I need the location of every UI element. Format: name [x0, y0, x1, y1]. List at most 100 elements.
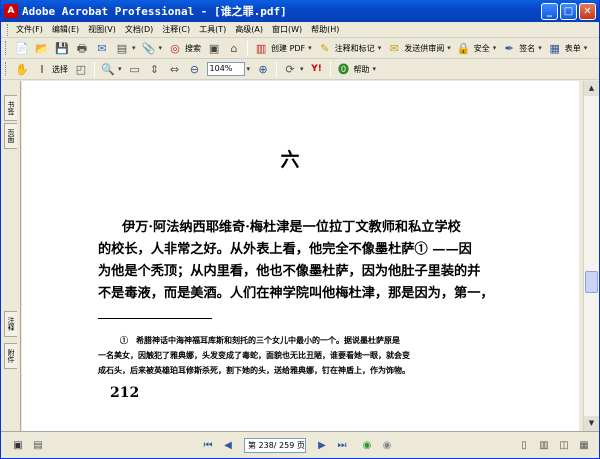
camera-icon[interactable]: ▣	[206, 40, 222, 56]
body-line: 不是毒液，而是美酒。人们在神学院叫他梅杜津，那是因为，第一，	[98, 286, 494, 301]
facing-icon[interactable]: ◫	[557, 438, 571, 452]
menu-comments[interactable]: 注释(C)	[162, 24, 190, 35]
yahoo-icon[interactable]: Y!	[309, 61, 325, 77]
comment-icon[interactable]: ✎	[317, 40, 333, 56]
organizer-dropdown-icon[interactable]: ▾	[132, 44, 136, 52]
navigation-toolbar: ✋ I 选择 ◰ 🔍 ▾ ▭ ⇕ ⇔ ⊖ 104% ▾ ⊕ ⟳ ▾ Y! ⓿ 帮…	[1, 59, 599, 80]
help-button[interactable]: 帮助	[354, 64, 370, 75]
next-page-icon[interactable]: ▶	[315, 438, 329, 452]
print-icon[interactable]: 🖶	[74, 40, 90, 56]
menu-view[interactable]: 视图(V)	[88, 24, 116, 35]
actual-size-icon[interactable]: ▭	[127, 61, 143, 77]
toolbar-separator	[276, 61, 278, 77]
create-pdf-button[interactable]: 创建 PDF	[271, 43, 305, 54]
forms-icon[interactable]: ▦	[547, 40, 563, 56]
sign-dropdown-icon[interactable]: ▾	[538, 44, 542, 52]
tab-pages[interactable]: 页面	[4, 123, 17, 149]
create-icon[interactable]: 📄	[14, 40, 30, 56]
scroll-down-arrow-icon[interactable]: ▼	[584, 416, 599, 431]
menu-advanced[interactable]: 高级(A)	[235, 24, 263, 35]
single-page-icon[interactable]: ▯	[517, 438, 531, 452]
tab-comments[interactable]: 注释	[4, 311, 17, 337]
zoom-level-dropdown-icon[interactable]: ▾	[247, 65, 251, 73]
review-button[interactable]: 发送供审阅	[404, 43, 444, 54]
toolbar-grip	[5, 41, 8, 55]
help-icon[interactable]: ⓿	[336, 61, 352, 77]
tab-bookmarks[interactable]: 书签	[4, 95, 17, 121]
close-button[interactable]: ✕	[579, 2, 596, 20]
zoom-icon[interactable]: 🔍	[100, 61, 116, 77]
comment-button[interactable]: 注释和标记	[335, 43, 375, 54]
scrollbar-thumb[interactable]	[585, 271, 598, 293]
document-properties-icon[interactable]: ▤	[31, 438, 45, 452]
home-icon[interactable]: ⌂	[226, 40, 242, 56]
menu-help[interactable]: 帮助(H)	[311, 24, 339, 35]
continuous-facing-icon[interactable]: ▦	[577, 438, 591, 452]
menu-tools[interactable]: 工具(T)	[199, 24, 226, 35]
create-pdf-dropdown-icon[interactable]: ▾	[308, 44, 312, 52]
save-icon[interactable]: 💾	[54, 40, 70, 56]
forms-button[interactable]: 表单	[565, 43, 581, 54]
attach-dropdown-icon[interactable]: ▾	[159, 44, 163, 52]
acrobat-app-icon: A	[4, 4, 18, 18]
create-pdf-icon[interactable]: ▥	[253, 40, 269, 56]
search-icon[interactable]: ◎	[167, 40, 183, 56]
maximize-button[interactable]: □	[560, 2, 577, 20]
open-folder-icon[interactable]: 📂	[34, 40, 50, 56]
rotate-icon[interactable]: ⟳	[282, 61, 298, 77]
menu-file[interactable]: 文件(F)	[16, 24, 43, 35]
zoom-out-icon[interactable]: ⊖	[187, 61, 203, 77]
toolbar-grip	[5, 62, 8, 76]
menu-grip	[7, 23, 10, 36]
security-button[interactable]: 安全	[474, 43, 490, 54]
next-view-icon[interactable]: ◉	[380, 438, 394, 452]
page-number-input[interactable]: 第 238/ 259 页	[244, 437, 306, 453]
toolbar-separator	[247, 40, 249, 56]
hand-icon[interactable]: ✋	[14, 61, 30, 77]
search-label[interactable]: 搜索	[185, 43, 201, 54]
fit-page-icon[interactable]: ⇕	[147, 61, 163, 77]
help-dropdown-icon[interactable]: ▾	[373, 65, 377, 73]
menu-window[interactable]: 窗口(W)	[272, 24, 302, 35]
footnote-line: ① 希腊神话中海神福耳库斯和刻托的三个女儿中最小的一个。据说墨杜萨原是	[120, 335, 400, 345]
organizer-icon[interactable]: ▤	[114, 40, 130, 56]
minimize-button[interactable]: _	[541, 2, 558, 20]
rotate-dropdown-icon[interactable]: ▾	[300, 65, 304, 73]
review-icon[interactable]: ✉	[386, 40, 402, 56]
select-button[interactable]: 选择	[52, 64, 68, 75]
snapshot-icon[interactable]: ◰	[73, 61, 89, 77]
email-icon[interactable]: ✉	[94, 40, 110, 56]
page-number: 212	[110, 385, 140, 401]
zoom-in-icon[interactable]: ⊕	[255, 61, 271, 77]
continuous-icon[interactable]: ▥	[537, 438, 551, 452]
vertical-scrollbar[interactable]: ▲ ▼	[583, 81, 599, 431]
acrobat-window: A Adobe Acrobat Professional - [谁之罪.pdf]…	[0, 0, 600, 459]
lock-icon[interactable]: 🔒	[456, 40, 472, 56]
last-page-icon[interactable]: ⏭	[335, 438, 349, 452]
comment-dropdown-icon[interactable]: ▾	[378, 44, 382, 52]
main-area: 书签 页面 注释 附件 六 伊万·阿法纳西耶维奇·梅杜津是一位拉丁文教师和私立学…	[1, 81, 599, 431]
body-line: 的校长，人非常之好。从外表上看，他完全不像墨杜萨① ——因	[98, 242, 472, 257]
pen-icon[interactable]: ✒	[501, 40, 517, 56]
scroll-up-arrow-icon[interactable]: ▲	[584, 81, 599, 96]
review-dropdown-icon[interactable]: ▾	[447, 44, 451, 52]
zoom-dropdown-icon[interactable]: ▾	[118, 65, 122, 73]
document-view[interactable]: 六 伊万·阿法纳西耶维奇·梅杜津是一位拉丁文教师和私立学校 的校长，人非常之好。…	[22, 81, 579, 431]
fit-width-icon[interactable]: ⇔	[167, 61, 183, 77]
footnote: ① 希腊神话中海神福耳库斯和刻托的三个女儿中最小的一个。据说墨杜萨原是 一名美女…	[98, 333, 528, 378]
attach-icon[interactable]: 📎	[141, 40, 157, 56]
previous-view-icon[interactable]: ◉	[360, 438, 374, 452]
document-status-icon[interactable]: ▣	[11, 438, 25, 452]
tab-attachments[interactable]: 附件	[4, 343, 17, 369]
first-page-icon[interactable]: ⏮	[201, 438, 215, 452]
text-select-icon[interactable]: I	[34, 61, 50, 77]
menu-edit[interactable]: 编辑(E)	[52, 24, 79, 35]
zoom-level-input[interactable]: 104%	[206, 62, 245, 76]
menu-document[interactable]: 文档(D)	[125, 24, 153, 35]
footnote-line: 一名美女，因触犯了雅典娜，头发变成了毒蛇，面貌也无比丑陋，谁要看她一眼，就会变	[98, 350, 410, 360]
security-dropdown-icon[interactable]: ▾	[493, 44, 497, 52]
forms-dropdown-icon[interactable]: ▾	[584, 44, 588, 52]
toolbar-separator	[94, 61, 95, 77]
previous-page-icon[interactable]: ◀	[221, 438, 235, 452]
sign-button[interactable]: 签名	[519, 43, 535, 54]
